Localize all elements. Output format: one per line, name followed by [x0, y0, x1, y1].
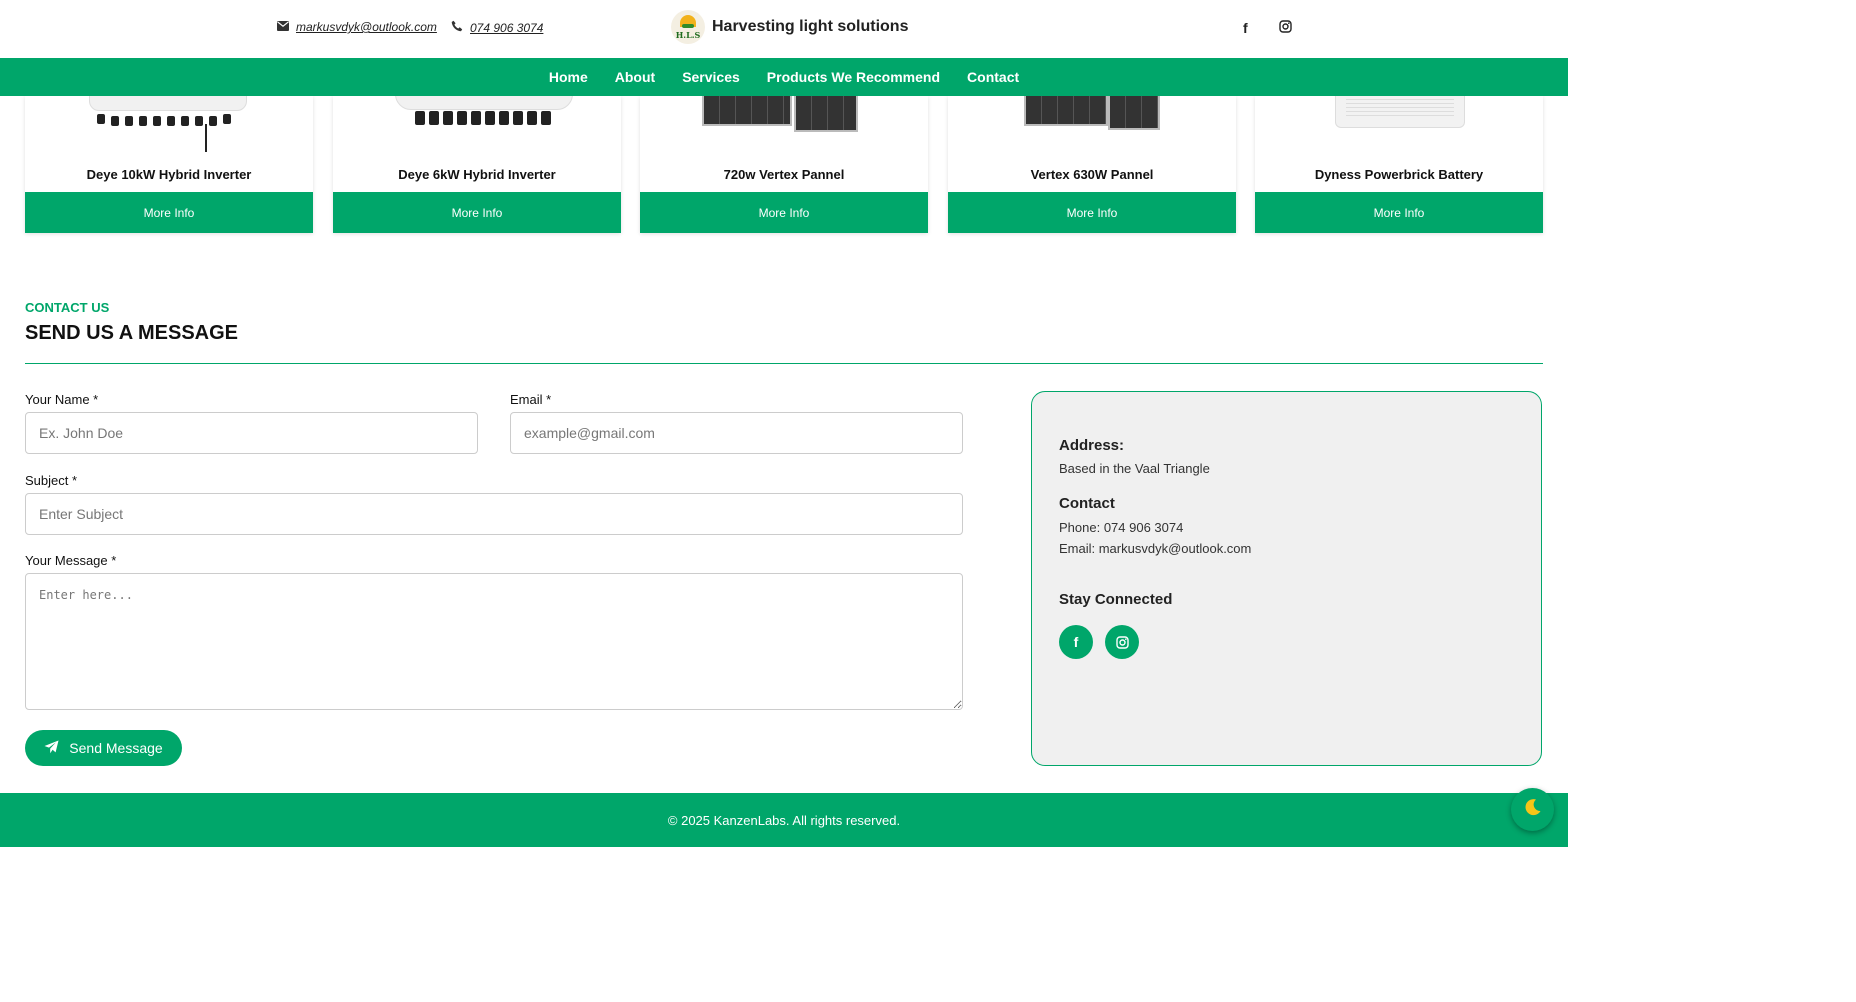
nav-home[interactable]: Home: [549, 69, 588, 85]
send-message-label: Send Message: [69, 740, 163, 756]
theme-toggle-button[interactable]: [1511, 788, 1554, 831]
subject-label: Subject *: [25, 473, 78, 488]
contact-heading: SEND US A MESSAGE: [25, 322, 238, 344]
more-info-button[interactable]: More Info: [333, 192, 621, 233]
facebook-glyph: f: [1073, 634, 1079, 650]
main-nav: Home About Services Products We Recommen…: [0, 58, 1568, 96]
product-card: Dyness Powerbrick Battery More Info: [1255, 96, 1543, 233]
send-message-button[interactable]: Send Message: [25, 730, 182, 766]
nav-about[interactable]: About: [615, 69, 655, 85]
envelope-icon: [277, 20, 289, 34]
stay-connected-heading: Stay Connected: [1059, 591, 1173, 608]
phone-icon: [451, 20, 463, 35]
top-email-text: markusvdyk@outlook.com: [296, 20, 437, 34]
facebook-icon[interactable]: f: [1243, 20, 1248, 36]
message-label: Your Message *: [25, 553, 117, 568]
product-image-deye-6kw: [333, 96, 621, 156]
logo: H.L.S: [671, 10, 705, 44]
top-email-link[interactable]: markusvdyk@outlook.com: [277, 20, 437, 34]
product-title: 720w Vertex Pannel: [723, 167, 845, 182]
email-input[interactable]: [510, 412, 963, 454]
instagram-icon[interactable]: [1279, 20, 1292, 36]
product-card: Vertex 630W Pannel More Info: [948, 96, 1236, 233]
footer: © 2025 KanzenLabs. All rights reserved.: [0, 793, 1568, 847]
instagram-icon[interactable]: [1105, 625, 1139, 659]
message-textarea[interactable]: [25, 573, 963, 710]
product-title: Deye 10kW Hybrid Inverter: [86, 167, 252, 182]
moon-icon: [1523, 797, 1543, 822]
address-heading: Address:: [1059, 437, 1125, 454]
phone-line: Phone: 074 906 3074: [1059, 520, 1184, 535]
nav-products[interactable]: Products We Recommend: [767, 69, 940, 85]
contact-info-box: Address: Based in the Vaal Triangle Cont…: [1031, 391, 1542, 766]
name-input[interactable]: [25, 412, 478, 454]
brand[interactable]: H.L.S Harvesting light solutions: [671, 10, 908, 44]
product-image-720w-panel: [640, 96, 928, 156]
subject-input[interactable]: [25, 493, 963, 535]
product-card: 720w Vertex Pannel More Info: [640, 96, 928, 233]
logo-text: H.L.S: [675, 30, 701, 40]
contact-heading-info: Contact: [1059, 495, 1115, 512]
divider: [25, 363, 1543, 364]
top-phone-link[interactable]: 074 906 3074: [451, 20, 543, 35]
top-phone-text: 074 906 3074: [470, 20, 544, 35]
facebook-icon[interactable]: f: [1059, 625, 1093, 659]
more-info-button[interactable]: More Info: [948, 192, 1236, 233]
top-bar: markusvdyk@outlook.com 074 906 3074 H.L.…: [0, 0, 1568, 58]
more-info-button[interactable]: More Info: [1255, 192, 1543, 233]
product-title: Dyness Powerbrick Battery: [1314, 167, 1484, 182]
product-title: Deye 6kW Hybrid Inverter: [398, 167, 556, 182]
name-label: Your Name *: [25, 392, 99, 407]
product-image-630w-panel: [948, 96, 1236, 156]
email-label: Email *: [510, 392, 552, 407]
email-line: Email: markusvdyk@outlook.com: [1059, 541, 1252, 556]
product-image-deye-10kw: [25, 96, 313, 156]
product-card: Deye 10kW Hybrid Inverter More Info: [25, 96, 313, 233]
product-title: Vertex 630W Pannel: [1030, 167, 1154, 182]
address-text: Based in the Vaal Triangle: [1059, 461, 1210, 476]
contact-eyebrow: CONTACT US: [25, 300, 110, 315]
nav-contact[interactable]: Contact: [967, 69, 1019, 85]
more-info-button[interactable]: More Info: [25, 192, 313, 233]
product-card: Deye 6kW Hybrid Inverter More Info: [333, 96, 621, 233]
copyright-text: © 2025 KanzenLabs. All rights reserved.: [667, 812, 901, 828]
paper-plane-icon: [44, 740, 59, 757]
brand-name: Harvesting light solutions: [712, 18, 909, 35]
nav-services[interactable]: Services: [682, 69, 740, 85]
leaf-icon: [682, 24, 694, 28]
more-info-button[interactable]: More Info: [640, 192, 928, 233]
product-image-dyness-battery: [1255, 96, 1543, 156]
